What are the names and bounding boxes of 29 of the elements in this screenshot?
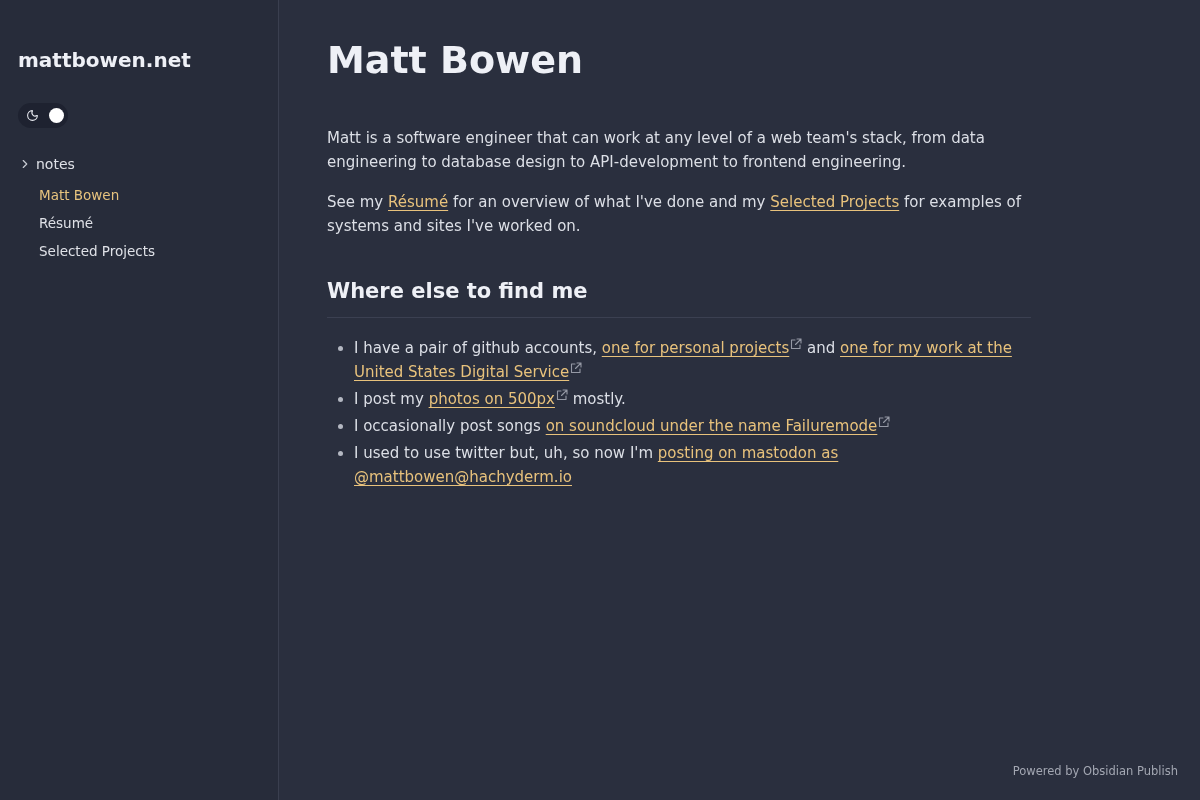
- folder-label[interactable]: notes: [36, 156, 75, 172]
- list-item-text: I used to use twitter but, uh, so now I'm posting on mastodon as @mattbowen@hachyderm.io: [354, 443, 840, 488]
- list-item-text: I post my photos on 500px mostly.: [354, 388, 627, 410]
- text-link[interactable]: United States Digital Service: [354, 363, 570, 381]
- bullet-icon: [338, 424, 343, 429]
- footer-credit: Powered by Obsidian Publish: [1012, 763, 1178, 779]
- text-link[interactable]: posting on mastodon as: [657, 444, 839, 462]
- bullet-icon: [338, 346, 343, 351]
- bullet-icon: [338, 451, 343, 456]
- sidebar-item[interactable]: Matt Bowen: [39, 181, 120, 209]
- section-heading: Where else to find me: [327, 276, 1031, 318]
- moon-icon: [26, 109, 39, 122]
- site-name: mattbowen.net: [18, 47, 191, 74]
- toggle-knob[interactable]: [49, 108, 64, 123]
- text-link[interactable]: @mattbowen@hachyderm.io: [354, 468, 572, 486]
- text-link[interactable]: Résumé: [388, 193, 449, 211]
- sidebar-item[interactable]: Résumé: [39, 209, 94, 237]
- text-link[interactable]: on soundcloud under the name Failuremode: [545, 417, 878, 435]
- text-link[interactable]: one for my work at the: [840, 339, 1012, 357]
- body-paragraph: Matt is a software engineer that can work at any level of a web team's stack, from data engineering to database design to API-development to frontend engineering.: [327, 128, 986, 173]
- bullet-icon: [338, 397, 343, 402]
- theme-toggle[interactable]: [18, 103, 68, 128]
- text-link[interactable]: photos on 500px: [428, 390, 555, 408]
- body-paragraph: See my Résumé for an overview of what I've done and my Selected Projects for examples of systems and sites I've worked on.: [327, 192, 1023, 237]
- page-title: Matt Bowen: [327, 37, 585, 84]
- text-link[interactable]: one for personal projects: [601, 339, 790, 357]
- list-item-text: I occasionally post songs on soundcloud under the name Failuremode: [354, 414, 1031, 438]
- sidebar-item[interactable]: Selected Projects: [39, 237, 156, 265]
- text-link[interactable]: Selected Projects: [770, 193, 900, 211]
